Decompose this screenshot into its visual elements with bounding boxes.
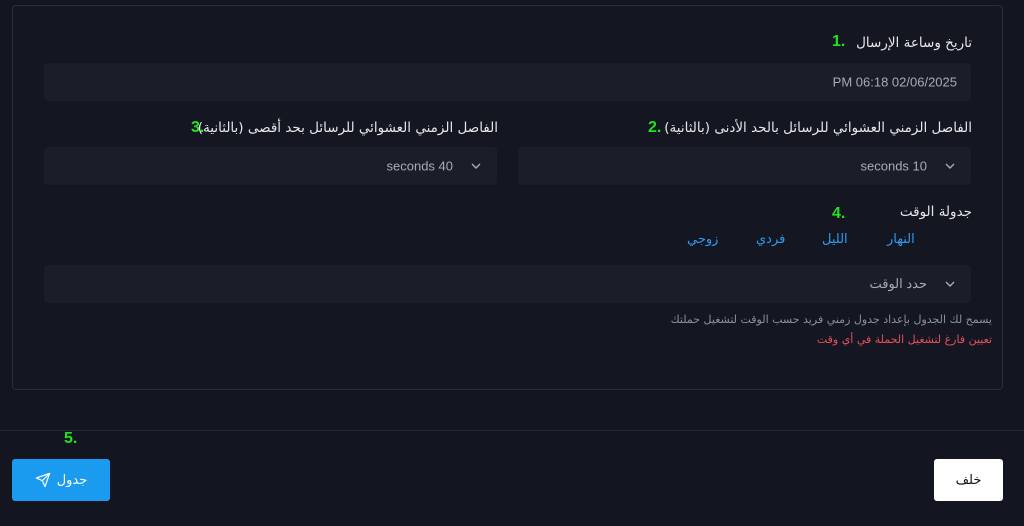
min-interval-select[interactable]: seconds 10 — [518, 147, 971, 185]
send-datetime-label: تاريخ وساعة الإرسال — [856, 35, 972, 51]
time-schedule-label: جدولة الوقت — [899, 204, 972, 220]
min-interval-label: الفاصل الزمني العشوائي للرسائل بالحد الأ… — [664, 120, 972, 136]
schedule-help-text: يسمح لك الجدول بإعداد جدول زمني فريد حسب… — [670, 313, 992, 326]
max-interval-select[interactable]: seconds 40 — [44, 147, 497, 185]
send-datetime-input[interactable]: PM 06:18 02/06/2025 — [44, 63, 971, 101]
step-4-marker: 4. — [832, 205, 846, 222]
send-datetime-value: PM 06:18 02/06/2025 — [832, 74, 957, 90]
tab-odd[interactable]: فردي — [756, 232, 785, 247]
schedule-button-label: جدول — [56, 472, 88, 488]
send-icon — [35, 472, 50, 488]
time-select[interactable]: حدد الوقت — [44, 265, 971, 303]
chevron-down-icon — [471, 163, 481, 169]
step-2-marker: 2. — [648, 119, 662, 136]
step-5-marker: 5. — [64, 430, 78, 447]
step-1-marker: 1. — [832, 33, 846, 50]
back-button-label: خلف — [955, 472, 982, 488]
chevron-down-icon — [945, 281, 955, 287]
min-interval-value: seconds 10 — [860, 158, 928, 174]
schedule-button[interactable]: جدول — [12, 459, 110, 501]
tab-night[interactable]: الليل — [822, 232, 848, 247]
tab-day[interactable]: النهار — [887, 232, 915, 247]
schedule-warning-text: تعيين فارغ لتشغيل الحملة في أي وقت — [816, 333, 992, 346]
back-button[interactable]: خلف — [934, 459, 1003, 501]
tab-even[interactable]: زوجي — [687, 232, 718, 247]
max-interval-label: الفاصل الزمني العشوائي للرسائل بحد أقصى … — [197, 120, 498, 136]
chevron-down-icon — [945, 163, 955, 169]
max-interval-value: seconds 40 — [386, 158, 454, 174]
footer-divider — [0, 430, 1024, 431]
time-select-placeholder: حدد الوقت — [869, 276, 927, 291]
